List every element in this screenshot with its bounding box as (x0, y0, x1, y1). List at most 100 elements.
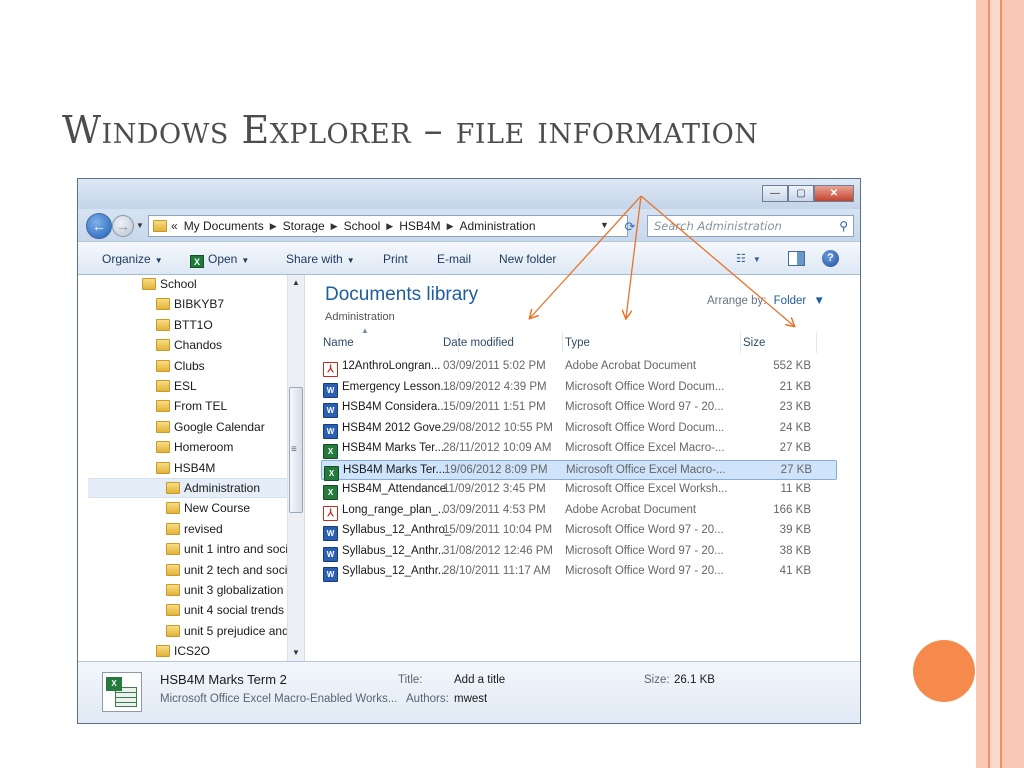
address-overflow[interactable]: « (171, 219, 178, 233)
file-name-text: Syllabus_12_Anthro_ (342, 524, 452, 536)
new-folder-button[interactable]: New folder (499, 252, 556, 266)
tree-item[interactable]: BIBKYB7 (156, 294, 287, 314)
tree-item[interactable]: revised (166, 519, 287, 539)
address-bar[interactable]: « My Documents ▶ Storage ▶ School ▶ HSB4… (148, 215, 628, 237)
folder-icon (166, 604, 180, 617)
title-bar[interactable]: — ▢ ✕ (78, 179, 860, 209)
chevron-right-icon[interactable]: ▶ (331, 221, 338, 232)
nav-scrollbar[interactable]: ▲ ≡ ▼ (287, 275, 304, 661)
file-row[interactable]: X HSB4M Marks Ter... 19/06/2012 8:09 PM Mic… (321, 459, 837, 481)
file-name: X HSB4M Marks Ter... (324, 464, 458, 481)
decorative-circle (913, 640, 975, 702)
scroll-down-icon[interactable]: ▼ (292, 648, 300, 657)
tree-item[interactable]: ICS2O (156, 641, 287, 661)
folder-icon (156, 339, 170, 352)
tree-item[interactable]: Administration (88, 478, 287, 498)
file-row[interactable]: X HSB4M_Attendance 11/09/2012 3:45 PM Micro… (321, 480, 837, 500)
column-header-type[interactable]: Type (563, 333, 741, 353)
column-header-date-modified[interactable]: Date modified (441, 333, 563, 353)
details-authors-value[interactable]: mwest (454, 693, 487, 705)
breadcrumb-storage[interactable]: Storage (283, 219, 325, 233)
open-label: Open (208, 252, 238, 266)
folder-icon (166, 563, 180, 576)
chevron-right-icon[interactable]: ▶ (386, 221, 393, 232)
print-button[interactable]: Print (383, 252, 408, 266)
file-name-text: Syllabus_12_Anthr... (342, 544, 448, 557)
share-with-button[interactable]: Share with ▼ (286, 252, 355, 266)
caret-down-icon[interactable]: ▼ (813, 295, 824, 307)
tree-item-label: Homeroom (174, 440, 234, 455)
file-row[interactable]: W HSB4M 2012 Gove... 29/08/2012 10:55 PM Mi… (321, 419, 837, 439)
tree-item[interactable]: unit 1 intro and socia (166, 539, 287, 559)
details-title-value[interactable]: Add a title (454, 674, 505, 686)
tree-item[interactable]: From TEL (156, 396, 287, 416)
details-file-name: HSB4M Marks Term 2 (160, 672, 287, 687)
breadcrumb-my-documents[interactable]: My Documents (184, 219, 264, 233)
file-size: 27 KB (779, 442, 811, 454)
file-row[interactable]: W HSB4M Considera... 15/09/2011 1:51 PM Mic… (321, 398, 837, 418)
chevron-right-icon[interactable]: ▶ (270, 221, 277, 232)
column-header-size[interactable]: Size (741, 333, 817, 353)
address-dropdown-icon[interactable]: ▼ (600, 220, 609, 230)
folder-icon (156, 380, 170, 392)
file-date-modified: 28/10/2011 11:17 AM (443, 565, 551, 577)
maximize-button[interactable]: ▢ (788, 185, 814, 202)
tree-item[interactable]: ESL (156, 376, 287, 396)
email-button[interactable]: E-mail (437, 252, 471, 266)
tree-item[interactable]: Homeroom (156, 437, 287, 457)
tree-item-label: unit 2 tech and socia (184, 562, 287, 577)
slide-border-decoration (976, 0, 1024, 768)
command-bar: Organize ▼ X Open ▼ Share with ▼ Print E-mai… (78, 241, 860, 275)
file-date-modified: 15/09/2011 10:04 PM (443, 524, 553, 536)
scroll-up-icon[interactable]: ▲ (292, 278, 300, 287)
change-view-icon[interactable]: ☷ ▼ (736, 252, 761, 265)
tree-item[interactable]: BTT1O (156, 315, 287, 335)
tree-item[interactable]: unit 4 social trends (166, 600, 287, 620)
pdf-file-icon: ⅄ (323, 505, 338, 521)
file-name: W Syllabus_12_Anthr... (323, 545, 457, 562)
folder-icon (166, 543, 180, 556)
file-name: X HSB4M_Attendance (323, 483, 457, 500)
tree-item[interactable]: unit 3 globalization I (166, 580, 287, 600)
tree-item[interactable]: School (142, 275, 287, 294)
file-name-text: Syllabus_12_Anthr... (342, 565, 448, 577)
breadcrumb-school[interactable]: School (344, 219, 381, 233)
back-button[interactable]: ← (86, 213, 112, 239)
search-input[interactable]: Search Administration ⚲ (647, 215, 854, 237)
column-header-name[interactable]: Name (321, 333, 459, 353)
arrange-by-value[interactable]: Folder (774, 295, 807, 307)
file-row[interactable]: W Syllabus_12_Anthr... 31/08/2012 12:46 PM… (321, 542, 837, 562)
file-row[interactable]: W Emergency Lesson... 18/09/2012 4:39 PM Mi… (321, 378, 837, 398)
tree-item[interactable]: unit 2 tech and socia (166, 560, 287, 580)
breadcrumb-administration[interactable]: Administration (459, 219, 535, 233)
help-icon[interactable]: ? (822, 250, 839, 267)
file-row[interactable]: W Syllabus_12_Anthro_ 15/09/2011 10:04 PM M… (321, 521, 837, 541)
file-name: W HSB4M Considera... (323, 401, 457, 418)
file-type: Microsoft Office Word 97 - 20... (565, 544, 724, 557)
tree-item[interactable]: HSB4M (156, 458, 287, 478)
tree-item[interactable]: unit 5 prejudice and (166, 621, 287, 641)
tree-item[interactable]: Chandos (156, 335, 287, 355)
file-row[interactable]: X HSB4M Marks Ter... 28/11/2012 10:09 AM Mi… (321, 439, 837, 459)
tree-item[interactable]: New Course (166, 498, 287, 518)
arrange-by-control[interactable]: Arrange by: Folder ▼ (707, 295, 825, 307)
minimize-button[interactable]: — (762, 185, 788, 202)
tree-item[interactable]: Clubs (156, 356, 287, 376)
preview-pane-icon[interactable] (788, 251, 805, 266)
file-row[interactable]: ⅄ Long_range_plan_... 03/09/2011 4:53 PM Ad… (321, 501, 837, 521)
file-row[interactable]: ⅄ 12AnthroLongran... 03/09/2011 5:02 PM Ado… (321, 357, 837, 377)
tree-item-label: unit 5 prejudice and (184, 623, 287, 638)
folder-icon (166, 502, 180, 515)
close-button[interactable]: ✕ (814, 185, 854, 202)
folder-icon (156, 461, 170, 474)
refresh-button[interactable]: ⟳ (618, 217, 642, 237)
organize-button[interactable]: Organize ▼ (102, 252, 163, 266)
search-icon[interactable]: ⚲ (839, 219, 848, 233)
open-button[interactable]: X Open ▼ (190, 252, 249, 268)
tree-item[interactable]: Google Calendar (156, 417, 287, 437)
breadcrumb-hsb4m[interactable]: HSB4M (399, 219, 440, 233)
file-row[interactable]: W Syllabus_12_Anthr... 28/10/2011 11:17 AM… (321, 562, 837, 582)
forward-button[interactable]: → (112, 215, 134, 237)
chevron-right-icon[interactable]: ▶ (447, 221, 454, 232)
recent-pages-dropdown[interactable]: ▼ (136, 221, 144, 230)
